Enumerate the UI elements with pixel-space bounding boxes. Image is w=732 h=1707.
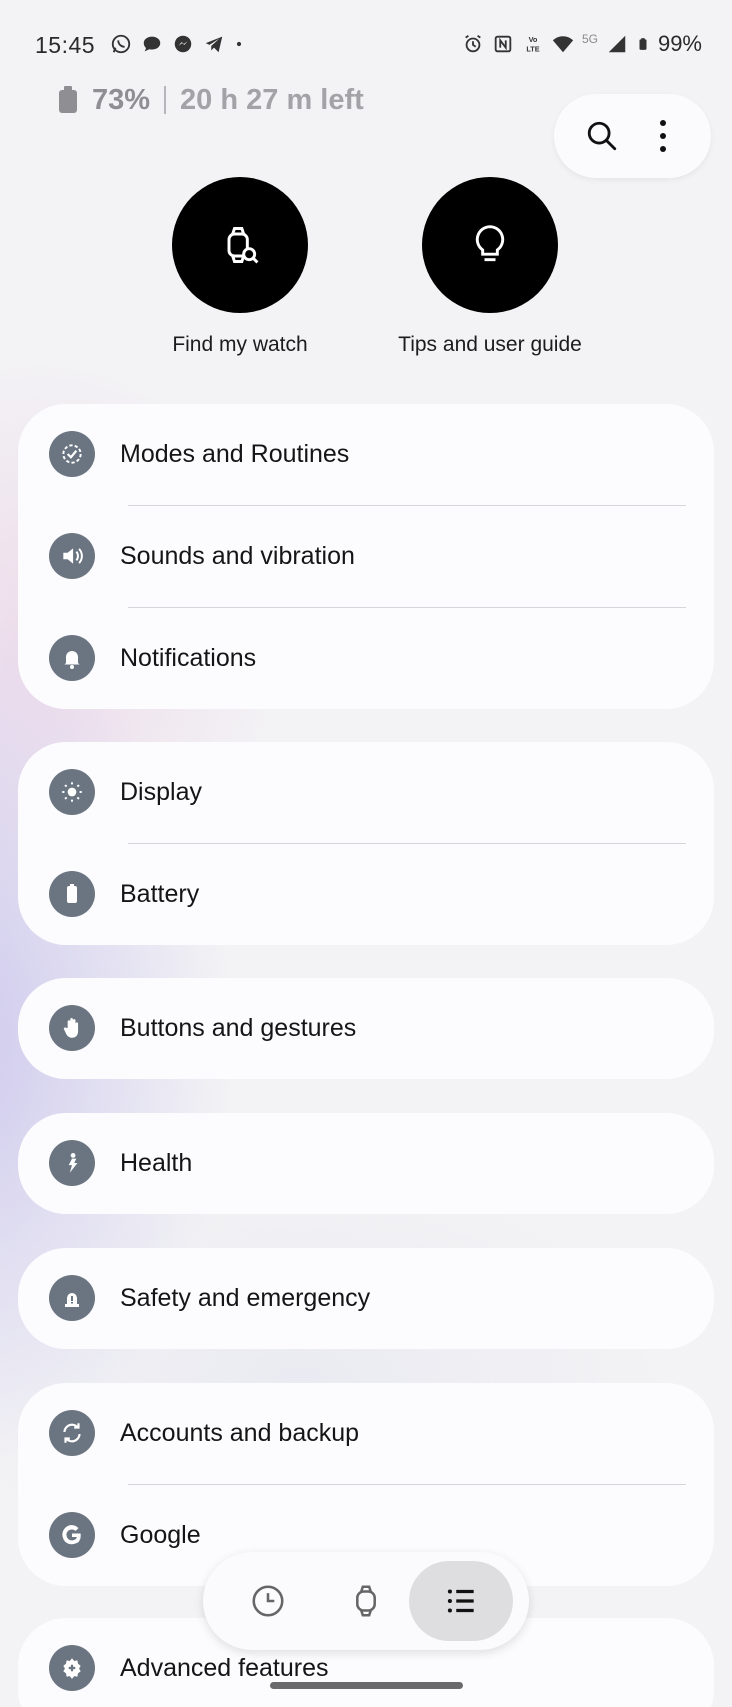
notification-icons (110, 33, 244, 55)
network-type: 5G (581, 32, 598, 46)
settings-item-sounds-vibration[interactable]: Sounds and vibration (18, 506, 714, 607)
svg-text:Vo: Vo (529, 35, 538, 44)
chat-bubble-icon (143, 36, 161, 52)
status-bar: 15:45 Vo LTE 5G 99% (0, 0, 732, 92)
telegram-icon (205, 36, 223, 53)
brightness-icon (49, 769, 95, 815)
settings-group-general: Modes and Routines Sounds and vibration … (18, 404, 714, 709)
lightbulb-icon (475, 225, 505, 262)
dot-icon (236, 41, 242, 47)
watch-battery-time-left: 20 h 27 m left (180, 83, 364, 116)
status-battery-percent: 99% (657, 31, 702, 56)
battery-icon (49, 871, 95, 917)
bell-icon (49, 635, 95, 681)
settings-group-safety: Safety and emergency (18, 1248, 714, 1349)
settings-list-tab[interactable] (409, 1561, 513, 1641)
settings-group-buttons: Buttons and gestures (18, 978, 714, 1079)
volte-icon: VoLTE (526, 35, 539, 53)
svg-text:LTE: LTE (526, 44, 539, 53)
settings-item-buttons-gestures[interactable]: Buttons and gestures (18, 978, 714, 1079)
modes-routines-icon (49, 431, 95, 477)
nfc-icon (494, 35, 512, 53)
settings-item-health[interactable]: Health (18, 1113, 714, 1214)
settings-item-safety-emergency[interactable]: Safety and emergency (18, 1248, 714, 1349)
alarm-icon (465, 34, 481, 53)
hand-icon (49, 1005, 95, 1051)
settings-item-label: Sounds and vibration (120, 542, 355, 570)
settings-item-battery[interactable]: Battery (18, 844, 714, 945)
settings-item-label: Safety and emergency (120, 1284, 371, 1312)
messenger-icon (174, 35, 192, 53)
settings-item-label: Advanced features (120, 1654, 329, 1682)
history-tab[interactable] (216, 1561, 320, 1641)
sync-icon (49, 1410, 95, 1456)
health-icon (49, 1140, 95, 1186)
settings-group-health: Health (18, 1113, 714, 1214)
find-my-watch-label: Find my watch (172, 333, 308, 356)
more-vertical-icon (659, 120, 666, 152)
settings-item-label: Buttons and gestures (120, 1014, 357, 1042)
watch-icon (356, 1585, 376, 1617)
google-icon (49, 1512, 95, 1558)
gear-plus-icon (49, 1645, 95, 1691)
settings-item-label: Battery (120, 880, 200, 908)
settings-group-display-battery: Display Battery (18, 742, 714, 945)
top-actions-pill (554, 94, 711, 178)
find-my-watch-circle (172, 177, 308, 313)
tips-user-guide-label: Tips and user guide (398, 333, 582, 356)
status-time: 15:45 (35, 32, 96, 58)
bottom-navigation (203, 1552, 529, 1650)
tips-user-guide-button[interactable]: Tips and user guide (390, 177, 590, 358)
battery-icon (639, 38, 647, 50)
wifi-icon (552, 36, 574, 53)
settings-item-label: Modes and Routines (120, 440, 350, 468)
whatsapp-icon (111, 34, 131, 54)
watch-tab[interactable] (314, 1561, 418, 1641)
clock-icon (252, 1585, 284, 1617)
search-button[interactable] (577, 111, 627, 161)
settings-item-accounts-backup[interactable]: Accounts and backup (18, 1383, 714, 1484)
battery-separator (164, 86, 167, 114)
home-indicator[interactable] (270, 1682, 463, 1689)
watch-search-icon (227, 227, 259, 264)
settings-item-label: Google (120, 1521, 201, 1549)
tips-user-guide-circle (422, 177, 558, 313)
search-icon (588, 121, 617, 151)
watch-battery-percent: 73% (92, 83, 151, 116)
find-my-watch-button[interactable]: Find my watch (140, 177, 340, 358)
siren-icon (49, 1275, 95, 1321)
settings-item-label: Notifications (120, 644, 257, 672)
system-icons: Vo LTE 5G 99% (462, 31, 702, 57)
settings-item-label: Display (120, 778, 202, 806)
settings-item-label: Health (120, 1149, 193, 1177)
more-options-button[interactable] (638, 111, 688, 161)
watch-battery-summary[interactable]: 73% 20 h 27 m left (58, 80, 364, 120)
speaker-icon (49, 533, 95, 579)
settings-item-label: Accounts and backup (120, 1419, 360, 1447)
signal-icon (608, 35, 626, 53)
watch-battery-icon (59, 86, 77, 113)
settings-item-notifications[interactable]: Notifications (18, 608, 714, 709)
settings-item-display[interactable]: Display (18, 742, 714, 843)
settings-item-modes-routines[interactable]: Modes and Routines (18, 404, 714, 505)
list-icon (447, 1589, 474, 1613)
